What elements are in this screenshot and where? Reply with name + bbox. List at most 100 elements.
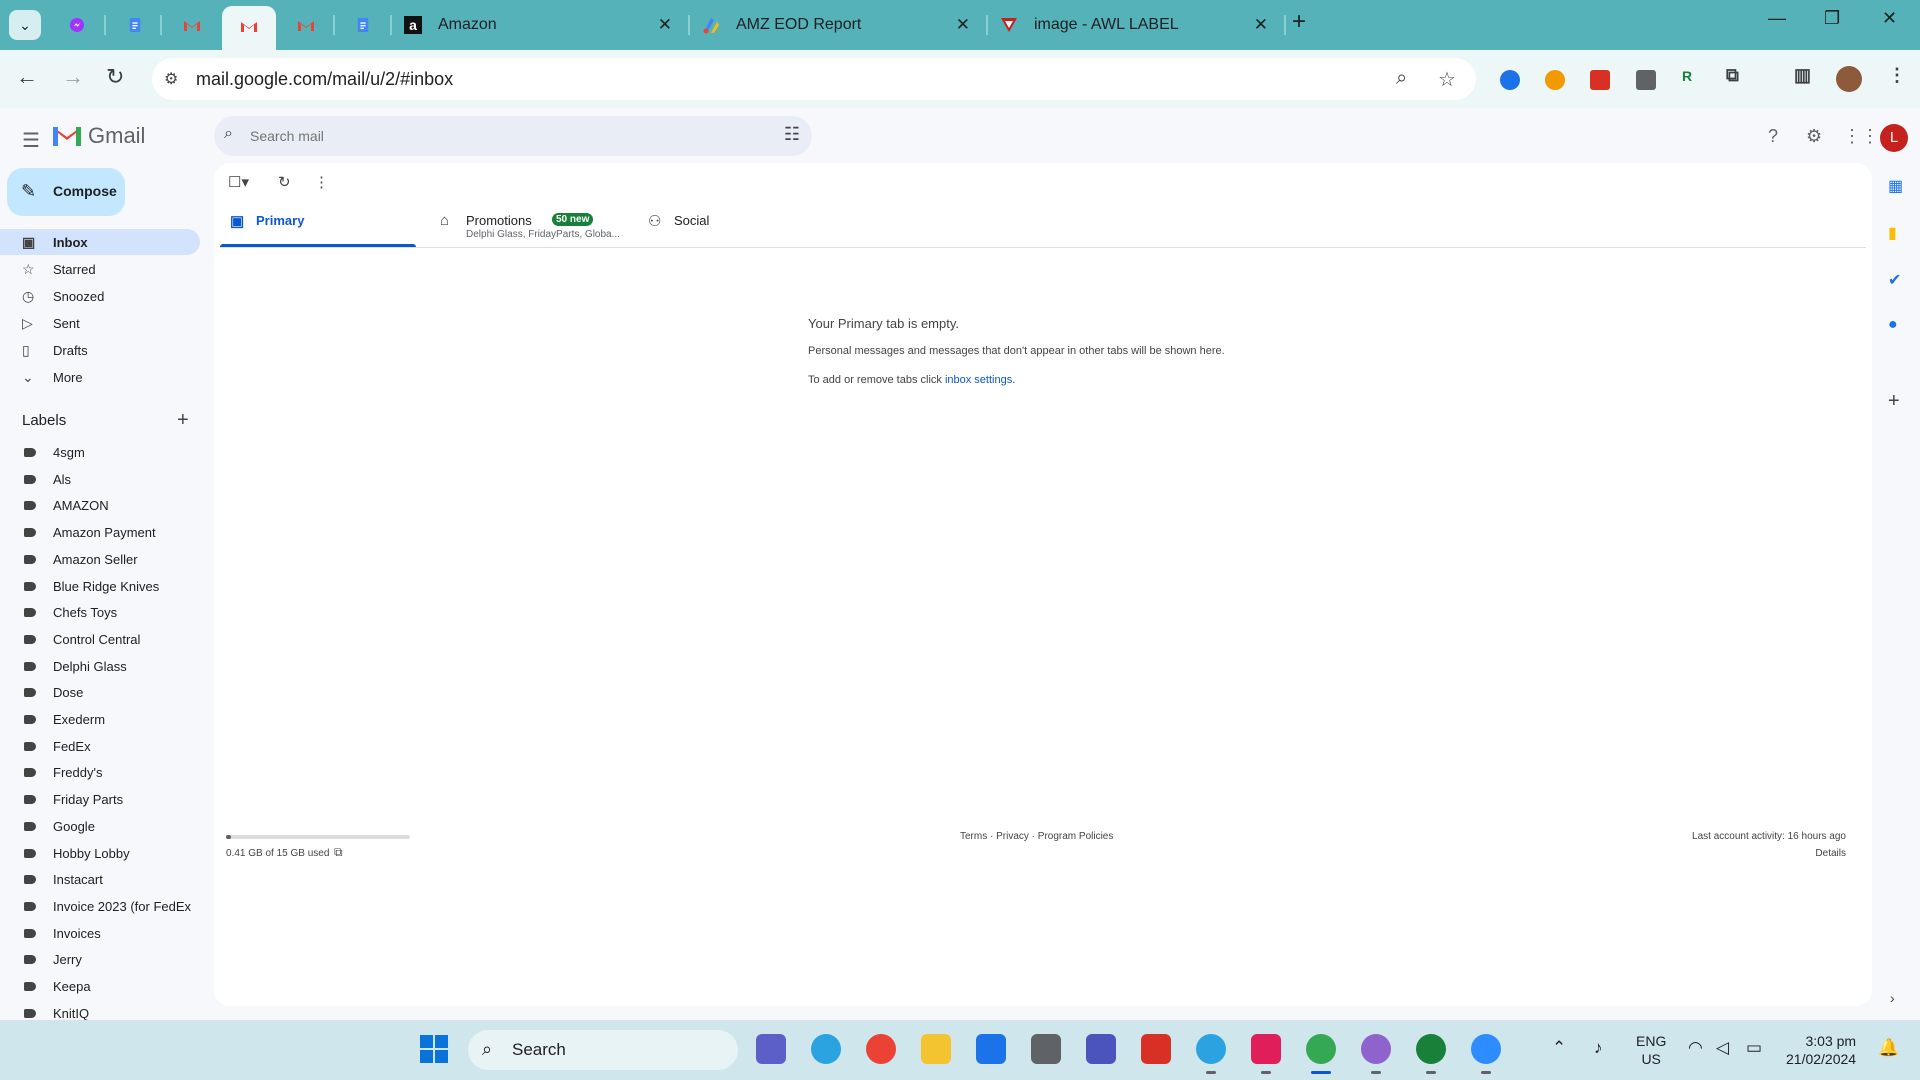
search-options-icon[interactable]: ☷ xyxy=(784,124,800,145)
meet-app-icon[interactable] xyxy=(756,1034,786,1064)
add-addon-icon[interactable]: + xyxy=(1888,390,1900,413)
close-icon[interactable]: ✕ xyxy=(658,8,672,42)
browser-menu-icon[interactable]: ⋮ xyxy=(1888,65,1906,86)
chevron-up-icon[interactable]: ⌃ xyxy=(1552,1038,1566,1058)
sidebar-label-item[interactable]: Amazon Payment xyxy=(0,519,200,545)
tab-amazon[interactable]: a Amazon ✕ xyxy=(404,8,672,42)
close-icon[interactable]: ✕ xyxy=(1254,8,1268,42)
add-label-icon[interactable]: + xyxy=(177,409,189,432)
sidebar-label-item[interactable]: Hobby Lobby xyxy=(0,840,200,866)
compose-button[interactable]: ✎ Compose xyxy=(7,168,125,216)
tab-amz-eod-report[interactable]: AMZ EOD Report ✕ xyxy=(702,8,970,42)
sidebar-label-item[interactable]: Amazon Seller xyxy=(0,546,200,572)
microphone-icon[interactable]: ♪ xyxy=(1594,1038,1603,1058)
pinned-tab-docs[interactable] xyxy=(120,11,148,39)
tab-social[interactable]: ⚇ Social xyxy=(638,207,834,247)
close-window-button[interactable]: ✕ xyxy=(1882,8,1897,29)
search-input[interactable] xyxy=(250,124,750,148)
forward-button[interactable]: → xyxy=(62,64,84,90)
minimize-button[interactable]: — xyxy=(1768,8,1786,29)
volume-icon[interactable]: ◁ xyxy=(1716,1038,1729,1058)
taskbar-search[interactable]: ⌕ Search xyxy=(468,1030,738,1070)
select-checkbox[interactable]: ☐▾ xyxy=(228,173,249,191)
sidebar-label-item[interactable]: Blue Ridge Knives xyxy=(0,573,200,599)
telegram-icon[interactable] xyxy=(811,1034,841,1064)
notes-app-icon[interactable] xyxy=(976,1034,1006,1064)
footer-policy-links[interactable]: Terms · Privacy · Program Policies xyxy=(960,831,1113,842)
tab-image-awl-label[interactable]: image - AWL LABEL ✕ xyxy=(1000,8,1268,42)
windows-start-icon[interactable] xyxy=(420,1035,448,1063)
sidebar-item-snoozed[interactable]: ◷ Snoozed xyxy=(0,283,200,309)
main-menu-icon[interactable]: ☰ xyxy=(22,128,40,153)
sidebar-label-item[interactable]: AMAZON xyxy=(0,492,200,518)
help-icon[interactable]: ? xyxy=(1768,126,1778,147)
search-bar[interactable]: ⌕ ☷ xyxy=(214,116,812,156)
pinned-tab-gmail-1[interactable] xyxy=(177,11,205,39)
site-info-icon[interactable]: ⚙ xyxy=(164,69,178,89)
system-clock[interactable]: 3:03 pm 21/02/2024 xyxy=(1786,1032,1856,1068)
teams-icon[interactable] xyxy=(1086,1034,1116,1064)
details-link[interactable]: Details xyxy=(1815,848,1846,859)
sidebar-label-item[interactable]: Dose xyxy=(0,679,200,705)
chrome-icon[interactable] xyxy=(1306,1034,1336,1064)
pinned-tab-gmail-3[interactable] xyxy=(291,11,319,39)
sidebar-label-item[interactable]: Keepa xyxy=(0,973,200,999)
sidebar-label-item[interactable]: 4sgm xyxy=(0,439,200,465)
chrome-icon[interactable] xyxy=(866,1034,896,1064)
zoom-icon[interactable]: ⌕ xyxy=(1396,67,1407,90)
new-tab-button[interactable]: + xyxy=(1292,8,1306,36)
settings-gear-icon[interactable]: ⚙ xyxy=(1806,126,1822,147)
extension-icon-1[interactable] xyxy=(1500,70,1520,90)
side-panel-icon[interactable]: ▥ xyxy=(1794,65,1811,86)
tab-primary[interactable]: ▣ Primary xyxy=(220,207,416,247)
address-bar[interactable]: ⚙ mail.google.com/mail/u/2/#inbox ⌕ ☆ xyxy=(152,58,1476,100)
slack-icon[interactable] xyxy=(1251,1034,1281,1064)
extension-icon-2[interactable] xyxy=(1545,70,1565,90)
restore-button[interactable]: ❐ xyxy=(1824,8,1840,29)
pinned-tab-messenger[interactable] xyxy=(62,11,90,39)
battery-icon[interactable]: ▭ xyxy=(1746,1038,1762,1058)
zoom-icon[interactable] xyxy=(1471,1034,1501,1064)
chrome-profile-icon[interactable] xyxy=(1361,1034,1391,1064)
telegram-icon[interactable] xyxy=(1196,1034,1226,1064)
sidebar-item-more[interactable]: ⌄ More xyxy=(0,364,200,390)
sidebar-label-item[interactable]: Invoices xyxy=(0,920,200,946)
search-icon[interactable]: ⌕ xyxy=(224,125,233,143)
language-indicator[interactable]: ENG US xyxy=(1636,1032,1666,1068)
more-options-icon[interactable]: ⋮ xyxy=(314,173,329,191)
tab-promotions[interactable]: ⌂ Promotions 50 new Delphi Glass, Friday… xyxy=(430,207,626,247)
keep-icon[interactable]: ▮ xyxy=(1888,223,1897,243)
inbox-settings-link[interactable]: inbox settings xyxy=(945,374,1012,386)
wifi-icon[interactable]: ◠ xyxy=(1688,1038,1703,1058)
sidebar-label-item[interactable]: Als xyxy=(0,466,200,492)
hide-side-panel-icon[interactable]: › xyxy=(1890,990,1895,1006)
sidebar-label-item[interactable]: Delphi Glass xyxy=(0,653,200,679)
tasks-icon[interactable]: ✔ xyxy=(1888,270,1901,290)
sidebar-label-item[interactable]: FedEx xyxy=(0,733,200,759)
sidebar-label-item[interactable]: Instacart xyxy=(0,866,200,892)
sidebar-item-starred[interactable]: ☆ Starred xyxy=(0,256,200,282)
sidebar-item-drafts[interactable]: ▯ Drafts xyxy=(0,337,200,363)
back-button[interactable]: ← xyxy=(16,64,38,90)
contacts-icon[interactable]: ● xyxy=(1888,316,1898,334)
refresh-icon[interactable]: ↻ xyxy=(278,173,291,191)
extensions-puzzle-icon[interactable]: ⧉ xyxy=(1726,65,1739,86)
sidebar-label-item[interactable]: Invoice 2023 (for FedEx ... xyxy=(0,893,200,919)
apps-grid-icon[interactable]: ⋮⋮ xyxy=(1843,126,1879,147)
profile-avatar[interactable] xyxy=(1836,66,1862,92)
url-text[interactable]: mail.google.com/mail/u/2/#inbox xyxy=(196,69,453,90)
file-explorer-icon[interactable] xyxy=(921,1034,951,1064)
sidebar-label-item[interactable]: Google xyxy=(0,813,200,839)
sidebar-label-item[interactable]: Control Central xyxy=(0,626,200,652)
tab-search-button[interactable]: ⌄ xyxy=(9,10,41,40)
sidebar-item-sent[interactable]: ▷ Sent xyxy=(0,310,200,336)
sidebar-item-inbox[interactable]: ▣ Inbox xyxy=(0,229,200,255)
bookmark-star-icon[interactable]: ☆ xyxy=(1438,67,1456,92)
sidebar-label-item[interactable]: Freddy's xyxy=(0,759,200,785)
calendar-icon[interactable]: ▦ xyxy=(1888,176,1903,196)
sidebar-label-item[interactable]: Chefs Toys xyxy=(0,599,200,625)
sidebar-label-item[interactable]: Friday Parts xyxy=(0,786,200,812)
extension-rs-icon[interactable]: R xyxy=(1682,68,1692,84)
close-icon[interactable]: ✕ xyxy=(956,8,970,42)
pinned-tab-gmail-active[interactable] xyxy=(222,6,276,50)
